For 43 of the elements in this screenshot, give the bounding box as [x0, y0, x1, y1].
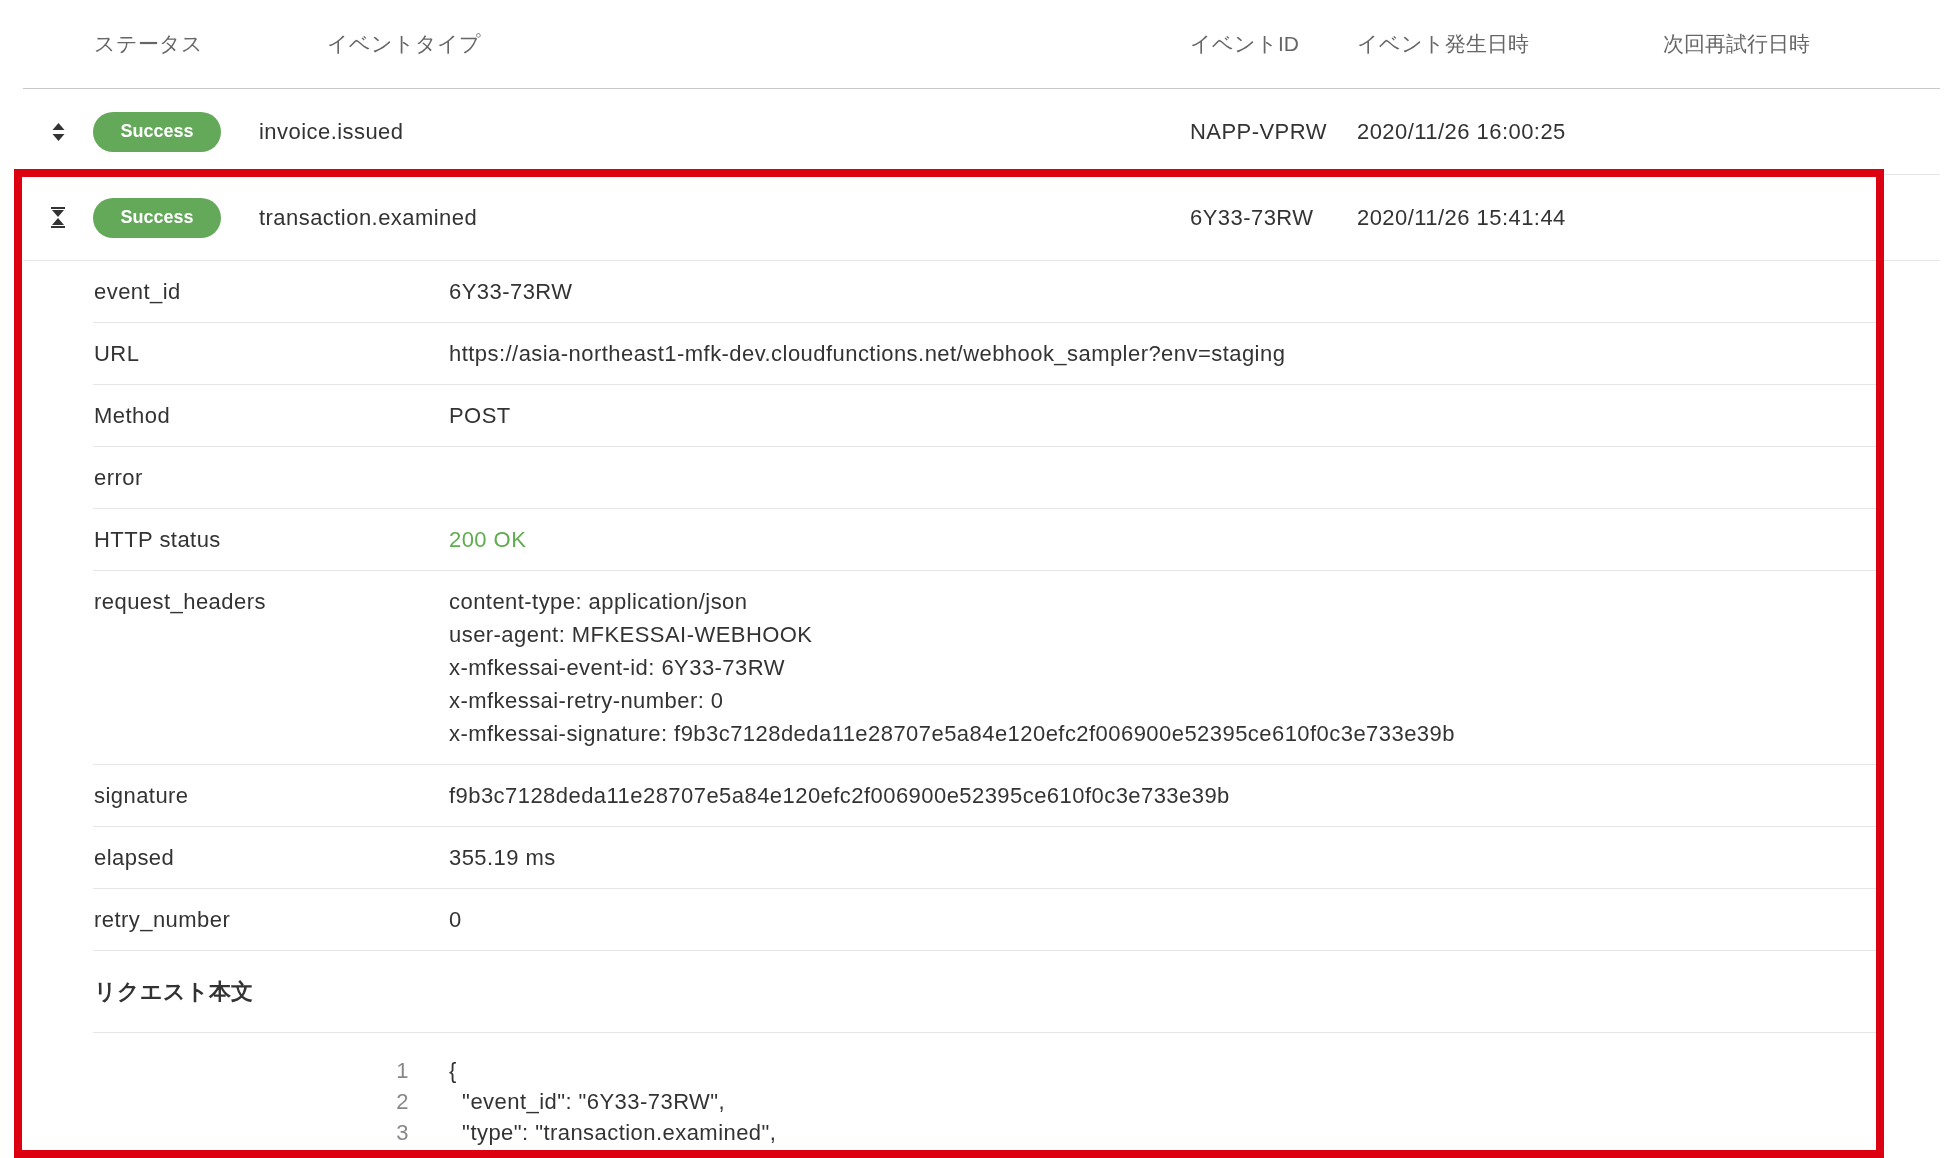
header-line: x-mfkessai-retry-number: 0	[449, 687, 725, 715]
section-title: リクエスト本文	[93, 978, 253, 1006]
table-cell-text: 6Y33-73RW	[1190, 204, 1315, 231]
field-value: 6Y33-73RW	[449, 278, 574, 306]
collapse-arrows-icon[interactable]	[51, 207, 65, 228]
column-header: イベントID	[1190, 31, 1300, 57]
table-cell-text: 2020/11/26 15:41:44	[1357, 204, 1567, 231]
up-down-arrows-icon[interactable]	[51, 122, 65, 141]
code-line: "type": "transaction.examined",	[461, 1119, 778, 1147]
field-label: Method	[93, 402, 172, 430]
table-cell-text: NAPP-VPRW	[1190, 118, 1328, 145]
code-line: {	[449, 1057, 458, 1085]
status-badge: Success	[93, 111, 221, 152]
field-value: POST	[449, 402, 512, 430]
field-value: 200 OK	[449, 526, 528, 554]
field-label: URL	[93, 340, 141, 368]
table-cell-text: transaction.examined	[259, 204, 479, 231]
field-value: 0	[449, 906, 463, 934]
header-line: x-mfkessai-event-id: 6Y33-73RW	[449, 654, 786, 682]
line-number: 2	[395, 1088, 409, 1116]
field-value: 355.19 ms	[449, 844, 557, 872]
field-label: signature	[93, 782, 190, 810]
field-value: f9b3c7128deda11e28707e5a84e120efc2f006900e52395ce610f0c3e733e39b	[449, 782, 1231, 810]
code-line: "event_id": "6Y33-73RW",	[461, 1088, 727, 1116]
field-label: event_id	[93, 278, 182, 306]
line-number: 3	[395, 1119, 409, 1147]
field-label: HTTP status	[93, 526, 222, 554]
column-header: イベントタイプ	[327, 31, 482, 57]
field-label: elapsed	[93, 844, 176, 872]
field-label: error	[93, 464, 144, 492]
column-header: 次回再試行日時	[1663, 31, 1811, 57]
field-label: retry_number	[93, 906, 232, 934]
header-line: user-agent: MFKESSAI-WEBHOOK	[449, 621, 814, 649]
column-header: イベント発生日時	[1357, 31, 1530, 57]
line-number: 1	[395, 1057, 409, 1085]
table-cell-text: 2020/11/26 16:00:25	[1357, 118, 1567, 145]
column-header: ステータス	[94, 31, 204, 57]
field-value: https://asia-northeast1-mfk-dev.cloudfunctions.net/webhook_sampler?env=staging	[449, 340, 1287, 368]
header-line: content-type: application/json	[449, 588, 749, 616]
header-line: x-mfkessai-signature: f9b3c7128deda11e28707e5a84e120efc2f006900e52395ce610f0c3e733e39b	[449, 720, 1456, 748]
status-badge: Success	[93, 197, 221, 238]
table-cell-text: invoice.issued	[259, 118, 405, 145]
field-label: request_headers	[93, 588, 267, 616]
